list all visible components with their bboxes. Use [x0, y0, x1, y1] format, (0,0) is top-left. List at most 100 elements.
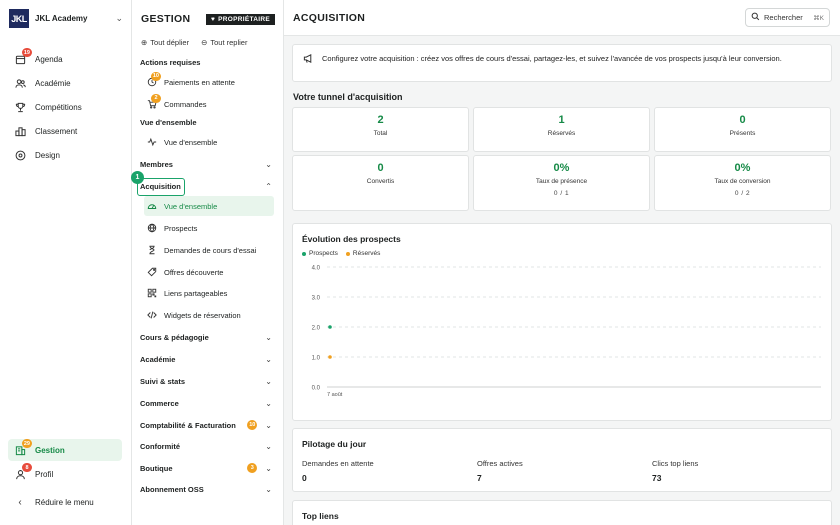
boutique-badge: 3 [247, 463, 258, 473]
section-label: Académie [140, 355, 176, 364]
stat-label: Taux de conversion [714, 178, 771, 185]
panel-header: GESTION ♥ PROPRIÉTAIRE [141, 12, 275, 26]
globe-icon [146, 223, 157, 234]
prospects-chart: 0.0 1.0 2.0 3.0 4.0 7 août [312, 266, 821, 398]
kpi-value: 0 [302, 473, 307, 483]
section-suivi-stats[interactable]: Suivi & stats ⌄ [140, 377, 276, 386]
tag-icon [146, 267, 157, 278]
shield-icon: ♥ [210, 15, 216, 23]
nav-classement[interactable]: Classement [8, 120, 122, 142]
kpi-value: 7 [477, 473, 482, 483]
section-academie[interactable]: Académie ⌄ [140, 355, 276, 364]
chevron-down-icon: ⌄ [115, 13, 123, 23]
sub-vue-ensemble-global[interactable]: Vue d'ensemble [144, 132, 274, 152]
academy-switcher[interactable]: JKL JKL Academy ⌄ [9, 9, 123, 28]
stat-card-reserves: 1 Réservés [473, 107, 650, 152]
nav-profil[interactable]: 8 Profil [8, 463, 122, 485]
chevron-down-icon: ⌄ [265, 377, 272, 386]
sub-label: Vue d'ensemble [164, 137, 218, 147]
pilotage-title: Pilotage du jour [302, 439, 367, 449]
sub-acquisition-vue-ensemble[interactable]: Vue d'ensemble [144, 196, 274, 216]
kpi-offres-actives: Offres actives 7 [477, 459, 523, 483]
legend-item-reserves: Réservés [345, 250, 381, 257]
y-tick-label: 4.0 [312, 266, 321, 272]
stat-label: Présents [729, 130, 756, 137]
nav-gestion[interactable]: 29 Gestion [8, 439, 122, 461]
kpi-label: Clics top liens [652, 459, 699, 468]
main-content: ACQUISITION Rechercher ⌘K Configurez vot… [284, 0, 840, 525]
sub-widgets-reservation[interactable]: Widgets de réservation [144, 305, 274, 325]
clock-icon: 10 [146, 71, 161, 88]
sub-offres-decouverte[interactable]: Offres découverte [144, 262, 274, 282]
stat-card-convertis: 0 Convertis [292, 155, 469, 211]
legend-dot-prospects [302, 251, 306, 256]
info-banner: Configurez votre acquisition : créez vos… [292, 44, 832, 82]
stat-value: 1 [558, 114, 565, 126]
stat-detail: 0 / 1 [553, 190, 570, 197]
stat-label: Taux de présence [535, 178, 588, 185]
palette-icon [14, 149, 26, 161]
section-conformite[interactable]: Conformité ⌄ [140, 442, 276, 451]
stat-label: Total [373, 130, 388, 137]
top-liens-card: Top liens [292, 500, 832, 525]
building-icon: 29 [14, 439, 32, 456]
info-text: Configurez votre acquisition : créez vos… [322, 54, 782, 63]
section-vue-ensemble: Vue d'ensemble [140, 118, 276, 127]
panel-title: GESTION [141, 13, 191, 25]
nav-label: Compétitions [35, 102, 82, 112]
section-membres[interactable]: Membres ⌄ [140, 160, 276, 169]
chevron-down-icon: ⌄ [265, 420, 272, 430]
section-cours-pedagogie[interactable]: Cours & pédagogie ⌄ [140, 333, 276, 342]
expand-all-button[interactable]: ⊕ Tout déplier [141, 38, 189, 47]
stat-value: 0 [377, 162, 384, 174]
y-tick-label: 1.0 [312, 356, 321, 362]
legend-label: Réservés [352, 250, 381, 257]
academy-logo: JKL [9, 9, 29, 28]
nav-agenda[interactable]: 19 Agenda [8, 48, 122, 70]
stat-value: 0 [739, 114, 746, 126]
sub-paiements-en-attente[interactable]: 10 Paiements en attente [144, 71, 274, 92]
page-title: ACQUISITION [293, 12, 366, 24]
expand-all-label: Tout déplier [150, 38, 190, 47]
section-boutique[interactable]: Boutique 3 ⌄ [140, 463, 276, 473]
sub-commandes[interactable]: 2 Commandes [144, 93, 274, 114]
collapse-menu-button[interactable]: ‹ Réduire le menu [8, 491, 122, 513]
app-sidebar: JKL JKL Academy ⌄ 19 Agenda Académie Com… [0, 0, 132, 525]
sub-demandes-cours-essai[interactable]: Demandes de cours d'essai [144, 240, 274, 260]
sub-liens-partageables[interactable]: Liens partageables [144, 283, 274, 303]
stat-value: 0% [553, 162, 570, 174]
search-shortcut: ⌘K [813, 14, 824, 22]
y-tick-label: 3.0 [312, 296, 321, 302]
nav-label: Académie [35, 78, 71, 88]
chart-legend: Prospects Réservés [302, 250, 380, 257]
section-label: Comptabilité & Facturation [140, 420, 236, 430]
nav-academie[interactable]: Académie [8, 72, 122, 94]
collapse-all-button[interactable]: ⊖ Tout replier [201, 38, 247, 47]
stat-card-total: 2 Total [292, 107, 469, 152]
kpi-clics-top-liens: Clics top liens 73 [652, 459, 698, 483]
stat-value: 2 [377, 114, 384, 126]
section-label: Acquisition [140, 182, 181, 191]
section-comptabilite[interactable]: Comptabilité & Facturation 10 ⌄ [140, 420, 276, 430]
search-button[interactable]: Rechercher ⌘K [745, 8, 830, 27]
nav-competitions[interactable]: Compétitions [8, 96, 122, 118]
profil-badge: 8 [22, 463, 32, 472]
section-abonnement-oss[interactable]: Abonnement OSS ⌄ [140, 485, 276, 494]
expand-controls: ⊕ Tout déplier ⊖ Tout replier [141, 38, 275, 47]
nav-label: Réduire le menu [35, 497, 94, 507]
stat-label: Réservés [547, 130, 576, 137]
paiements-badge: 10 [150, 71, 161, 81]
legend-label: Prospects [309, 250, 338, 257]
sub-prospects[interactable]: Prospects [144, 218, 274, 238]
expand-icon: ⊕ [141, 38, 148, 47]
x-tick-label: 7 août [327, 392, 343, 398]
nav-design[interactable]: Design [8, 144, 122, 166]
sub-label: Prospects [164, 223, 198, 233]
section-acquisition[interactable]: Acquisition ⌃ [140, 182, 276, 191]
nav-label: Profil [35, 469, 54, 479]
section-commerce[interactable]: Commerce ⌄ [140, 399, 276, 408]
y-tick-label: 2.0 [312, 326, 321, 332]
megaphone-icon [303, 53, 314, 67]
owner-badge-label: PROPRIÉTAIRE [218, 15, 270, 23]
data-point-prospects [328, 325, 332, 329]
